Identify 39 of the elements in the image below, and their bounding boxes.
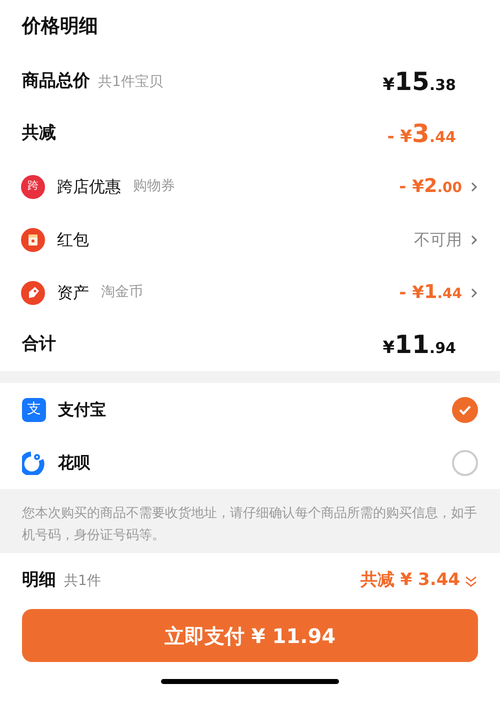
reduction-amount: - ¥3.44: [387, 118, 456, 150]
chevron-right-icon: [470, 234, 478, 246]
check-icon: [459, 404, 471, 414]
discount-row[interactable]: 红包 不可用: [22, 213, 478, 266]
payment-option[interactable]: 花呗: [22, 436, 478, 489]
chevron-right-icon: [470, 286, 478, 298]
discount-note: 购物券: [133, 177, 175, 196]
chevron-right-icon: [470, 180, 478, 192]
total-amount: ¥11.94: [382, 329, 456, 362]
summary-count: 共1件: [64, 572, 101, 592]
subtotal-amount: ¥15.38: [382, 66, 456, 98]
discount-label: 资产: [57, 282, 89, 304]
discount-row[interactable]: 资产 淘金币 - ¥1.44: [22, 266, 478, 319]
radio-button[interactable]: [452, 396, 478, 422]
huabei-icon: [22, 450, 46, 474]
discount-label: 跨店优惠: [57, 176, 121, 198]
page-title: 价格明细: [22, 14, 99, 39]
discount-amount: - ¥2.00: [399, 174, 462, 200]
store-discount-icon: 跨: [21, 174, 45, 198]
reduction-label: 共减: [22, 122, 56, 146]
total-label: 合计: [22, 333, 56, 356]
discount-note: 淘金币: [101, 283, 143, 302]
discount-row[interactable]: 跨 跨店优惠 购物券 - ¥2.00: [22, 160, 478, 213]
payment-option[interactable]: 支 支付宝: [22, 383, 478, 436]
alipay-icon: 支: [22, 398, 46, 422]
tag-icon: [21, 280, 45, 304]
summary-label: 明细: [22, 569, 56, 592]
item-count: 共1件宝贝: [98, 73, 163, 92]
envelope-icon: [21, 228, 45, 252]
summary-reduction: 共减 ¥ 3.44: [360, 569, 460, 592]
discount-status: 不可用: [414, 228, 462, 250]
radio-button[interactable]: [452, 450, 478, 476]
subtotal-label: 商品总价: [22, 70, 90, 94]
notice-text: 您本次购买的商品不需要收货地址，请仔细确认每个商品所需的购买信息，如手机号码，身份证号码等。: [22, 505, 478, 545]
discount-amount: - ¥1.44: [399, 280, 462, 306]
discount-label: 红包: [57, 228, 89, 250]
payment-label: 花呗: [58, 452, 90, 474]
chevron-down-icon[interactable]: [464, 574, 478, 588]
payment-label: 支付宝: [58, 398, 106, 420]
